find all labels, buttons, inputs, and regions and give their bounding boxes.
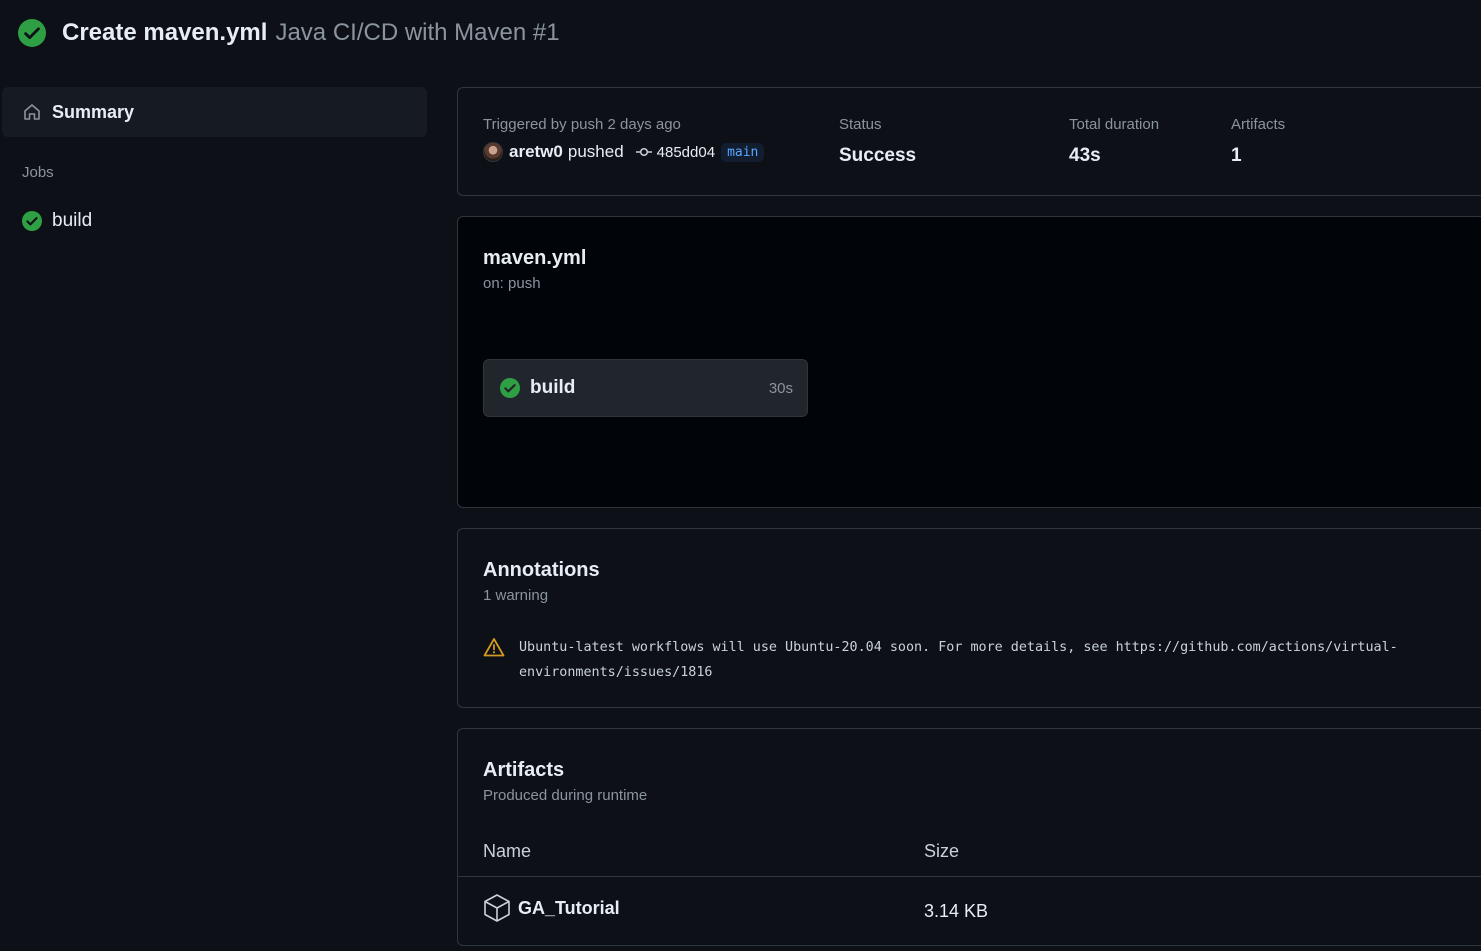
artifacts-table-header: Name Size: [458, 839, 1481, 877]
duration-value: 43s: [1069, 145, 1101, 166]
annotations-panel: Annotations 1 warning Ubuntu-latest work…: [457, 528, 1481, 708]
run-title: Create maven.yml: [62, 19, 268, 46]
table-row: GA_Tutorial 3.14 KB: [458, 877, 1481, 939]
column-header-size: Size: [924, 841, 960, 861]
actor-link[interactable]: aretw0: [509, 142, 563, 162]
trigger-column: Triggered by push 2 days ago aretw0 push…: [483, 116, 765, 162]
artifacts-subtitle: Produced during runtime: [483, 787, 648, 804]
artifacts-label: Artifacts: [1231, 116, 1286, 133]
check-circle-fill-icon: [22, 211, 42, 231]
artifacts-column: Artifacts 1: [1231, 116, 1285, 167]
git-commit-icon: [635, 147, 652, 157]
artifacts-count[interactable]: 1: [1231, 145, 1285, 167]
page-header: Create maven.yml Java CI/CD with Maven #…: [18, 17, 560, 49]
sidebar-item-summary[interactable]: Summary: [2, 87, 427, 137]
home-icon: [24, 104, 40, 120]
artifacts-title: Artifacts: [483, 759, 565, 781]
commit-sha-link[interactable]: 485dd04: [657, 144, 715, 161]
job-duration: 30s: [768, 379, 793, 397]
status-value: Success: [839, 145, 917, 166]
run-summary-panel: Triggered by push 2 days ago aretw0 push…: [457, 87, 1481, 196]
duration-label: Total duration: [1069, 116, 1160, 133]
action-text: pushed: [567, 142, 624, 161]
job-card-build[interactable]: build 30s: [483, 359, 808, 417]
annotations-title: Annotations: [483, 559, 600, 581]
package-icon: [484, 894, 510, 922]
workflow-file-name[interactable]: maven.yml: [483, 247, 586, 270]
column-header-name: Name: [483, 841, 532, 861]
sidebar-item-build[interactable]: build: [2, 209, 427, 233]
sidebar-item-label: Summary: [52, 101, 135, 122]
alert-icon: [483, 638, 505, 657]
sidebar: Summary Jobs build: [2, 87, 427, 233]
artifacts-panel: Artifacts Produced during runtime Name S…: [457, 728, 1481, 946]
workflow-name: Java CI/CD with Maven #1: [275, 19, 560, 46]
workflow-trigger: on: push: [483, 275, 541, 292]
status-label: Status: [839, 116, 882, 133]
avatar[interactable]: [483, 142, 503, 162]
warning-message: Ubuntu-latest workflows will use Ubuntu-…: [519, 640, 1398, 680]
branch-badge[interactable]: main: [721, 142, 765, 162]
artifact-name: GA_Tutorial: [518, 897, 620, 918]
check-circle-fill-icon: [500, 378, 520, 398]
artifact-size: 3.14 KB: [924, 901, 989, 921]
duration-column: Total duration 43s: [1069, 116, 1159, 167]
artifact-download-link[interactable]: GA_Tutorial: [483, 893, 620, 923]
trigger-details: aretw0 pushed 485dd04 main: [483, 142, 765, 162]
annotation-warning: Ubuntu-latest workflows will use Ubuntu-…: [483, 635, 1439, 685]
sidebar-item-label: build: [52, 210, 93, 231]
workflow-graph-panel: maven.yml on: push build 30s: [457, 216, 1481, 508]
annotations-count: 1 warning: [483, 587, 549, 604]
trigger-label: Triggered by push 2 days ago: [483, 116, 681, 133]
jobs-heading: Jobs: [22, 164, 54, 181]
job-name: build: [530, 377, 576, 398]
check-circle-fill-icon: [18, 19, 46, 47]
status-column: Status Success: [839, 116, 916, 167]
